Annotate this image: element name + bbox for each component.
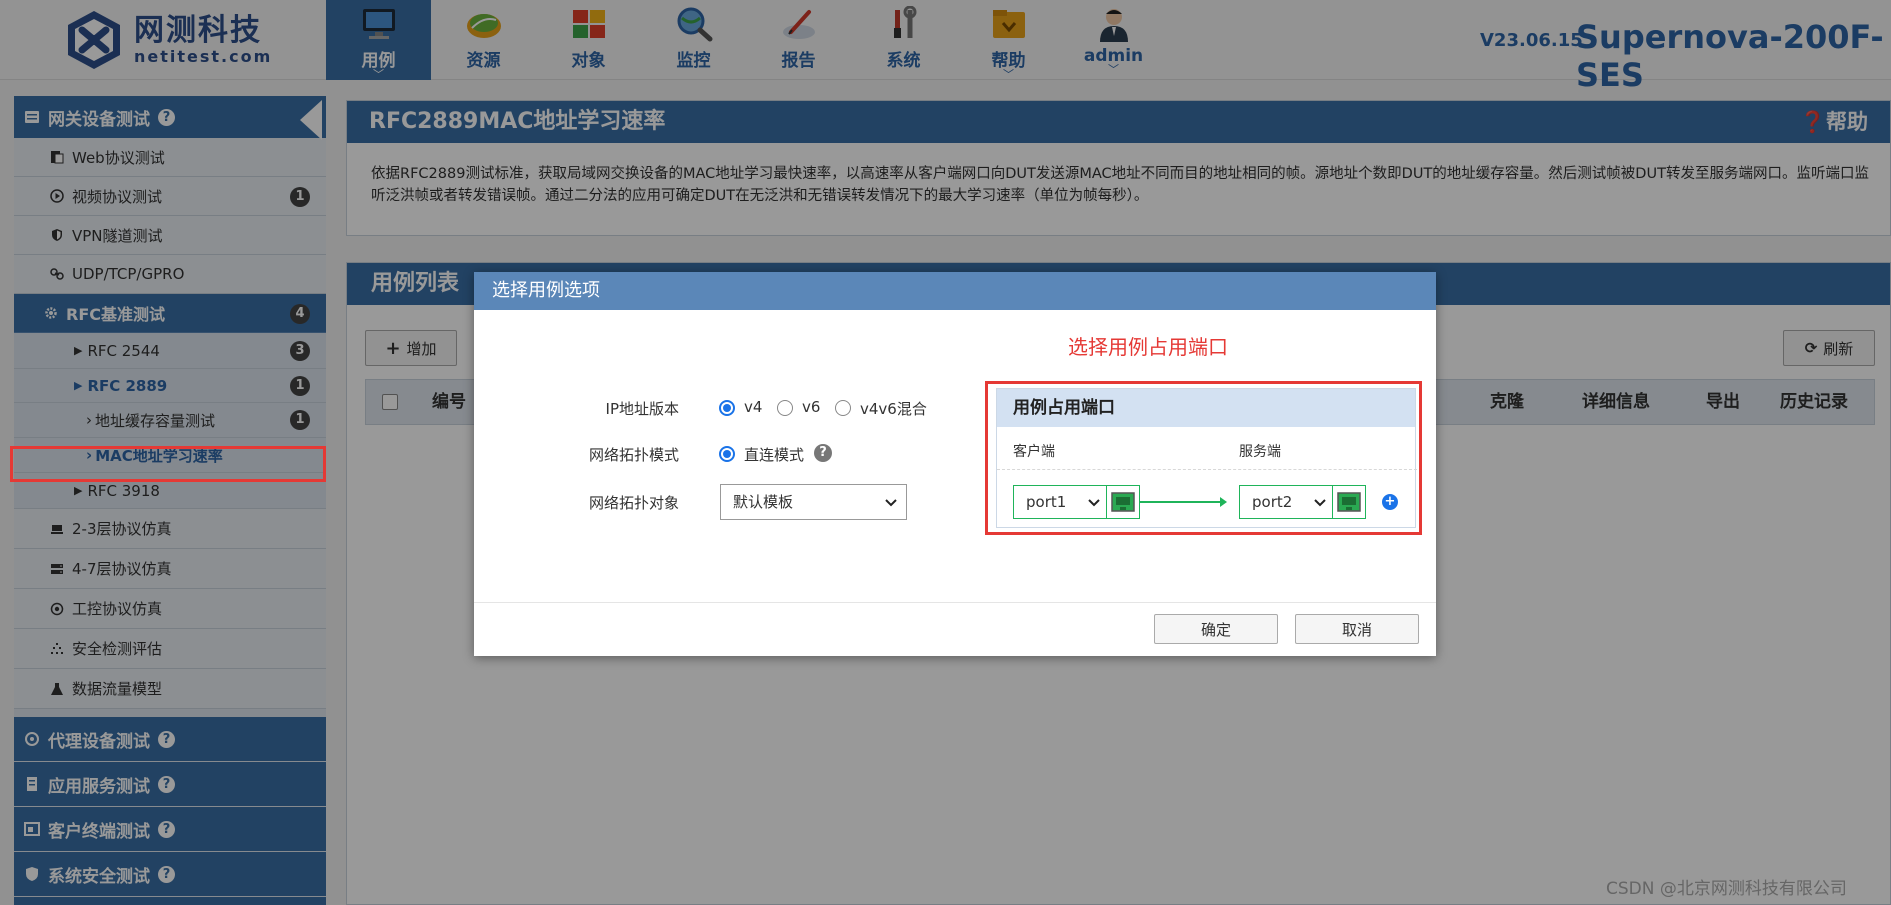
client-label: 客户端 — [1013, 444, 1055, 460]
highlight-annotation-box — [10, 446, 326, 482]
watermark: CSDN @北京网测科技有限公司 — [1606, 879, 1847, 899]
server-port-select[interactable]: port2 — [1239, 485, 1333, 519]
server-port-value: port2 — [1252, 493, 1293, 511]
topology-object-select[interactable]: 默认模板 — [720, 484, 907, 520]
port-panel: 用例占用端口 客户端 服务端 port1 port2 + — [996, 388, 1417, 528]
topology-object-label: 网络拓扑对象 — [588, 494, 679, 512]
topology-direct-label: 直连模式 — [744, 446, 805, 464]
ip-v4v6-radio[interactable] — [835, 400, 851, 416]
port-connection-line — [1140, 501, 1224, 503]
add-port-icon[interactable]: + — [1382, 494, 1398, 510]
help-circle-icon[interactable]: ? — [814, 444, 832, 462]
arrow-right-icon — [1220, 497, 1227, 507]
ip-v4v6-label: v4v6混合 — [860, 400, 927, 418]
annotation-label: 选择用例占用端口 — [1068, 335, 1228, 359]
ethernet-port-icon — [1111, 492, 1135, 512]
ip-version-label: IP地址版本 — [605, 400, 679, 418]
divider — [997, 469, 1417, 470]
server-label: 服务端 — [1239, 444, 1281, 460]
server-port-icon[interactable] — [1332, 485, 1366, 519]
chevron-down-icon — [885, 499, 897, 507]
chevron-down-icon — [1314, 499, 1326, 507]
chevron-down-icon — [1088, 499, 1100, 507]
client-port-value: port1 — [1026, 493, 1067, 511]
ip-v4-radio[interactable] — [719, 400, 735, 416]
ethernet-port-icon — [1337, 492, 1361, 512]
dialog-title: 选择用例选项 — [474, 272, 1436, 310]
ip-v6-radio[interactable] — [777, 400, 793, 416]
client-port-icon[interactable] — [1106, 485, 1140, 519]
topology-object-value: 默认模板 — [733, 493, 794, 511]
client-port-select[interactable]: port1 — [1013, 485, 1107, 519]
topology-direct-radio[interactable] — [719, 446, 735, 462]
port-panel-title: 用例占用端口 — [997, 389, 1415, 427]
dialog-footer: 确定 取消 — [474, 602, 1436, 656]
port-annotation-box: 用例占用端口 客户端 服务端 port1 port2 + — [985, 381, 1422, 535]
topology-mode-label: 网络拓扑模式 — [588, 446, 679, 464]
ip-v4-label: v4 — [744, 398, 763, 416]
confirm-button[interactable]: 确定 — [1154, 614, 1278, 644]
cancel-button[interactable]: 取消 — [1295, 614, 1419, 644]
ip-v6-label: v6 — [802, 398, 821, 416]
